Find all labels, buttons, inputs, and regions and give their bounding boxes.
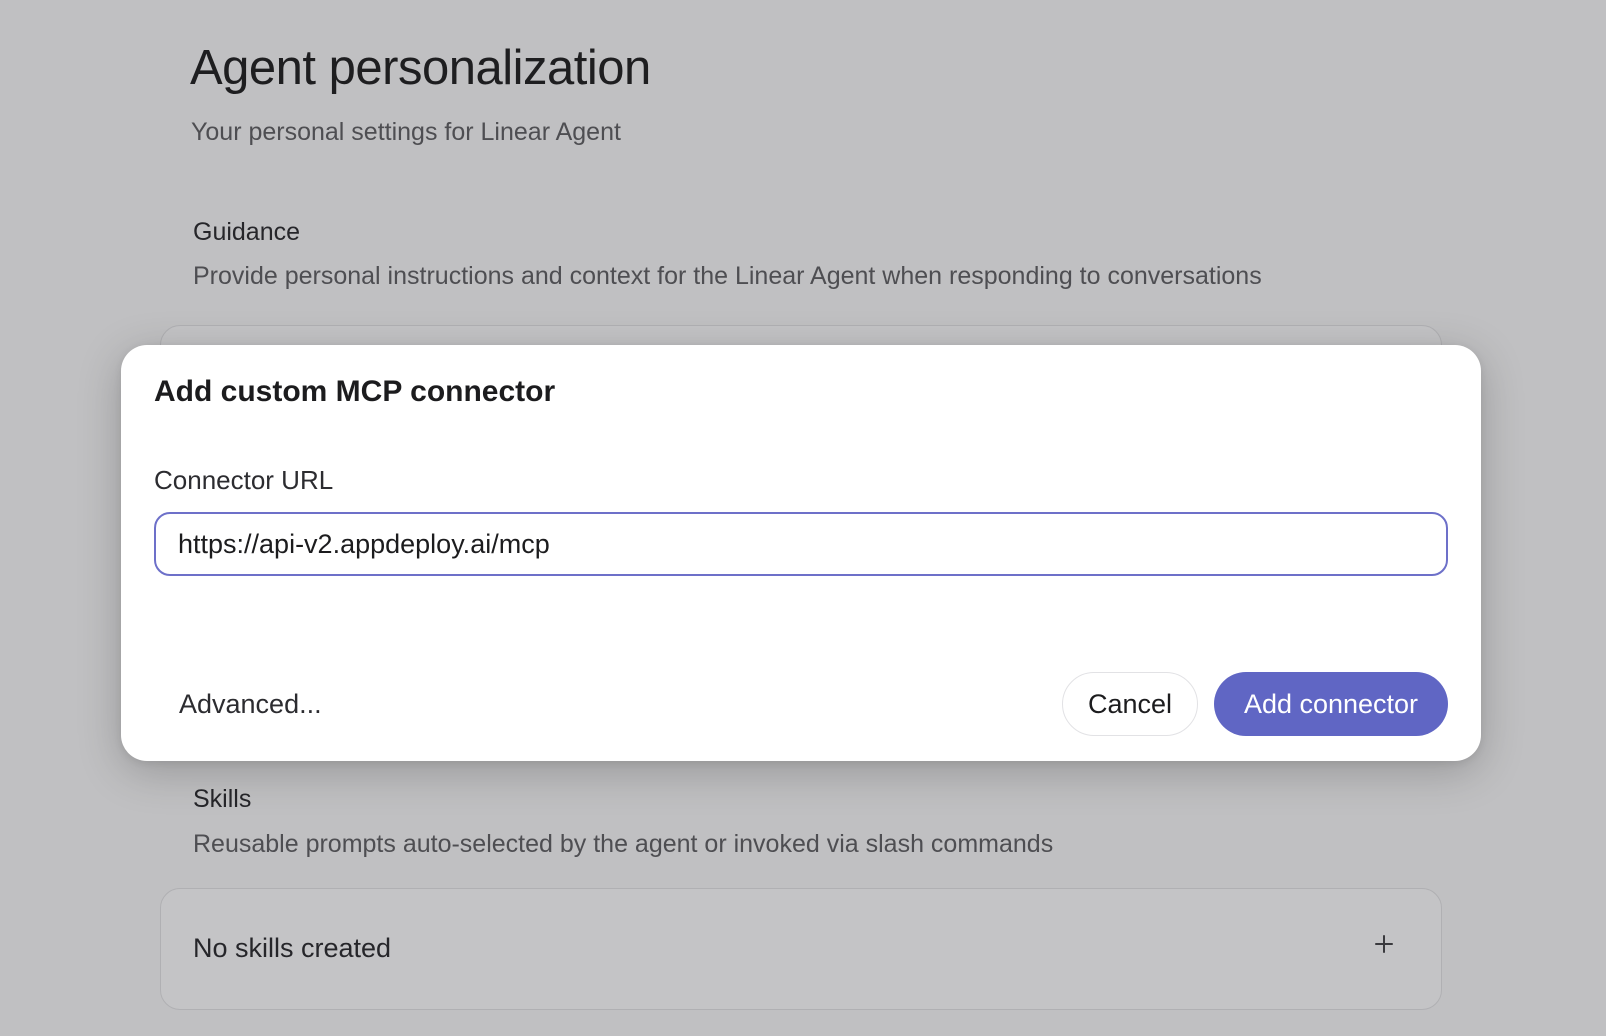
advanced-button[interactable]: Advanced... — [179, 689, 322, 720]
guidance-section-title: Guidance — [193, 218, 301, 246]
guidance-section-description: Provide personal instructions and contex… — [193, 262, 1262, 290]
skills-section-description: Reusable prompts auto-selected by the ag… — [193, 830, 1054, 858]
cancel-button[interactable]: Cancel — [1062, 672, 1198, 736]
skills-card: No skills created — [160, 888, 1442, 1010]
add-mcp-connector-dialog: Add custom MCP connector Connector URL A… — [121, 345, 1481, 761]
connector-url-label: Connector URL — [154, 465, 334, 495]
skills-empty-state: No skills created — [193, 933, 392, 963]
connector-url-input[interactable] — [154, 512, 1448, 576]
skills-section-title: Skills — [193, 785, 252, 813]
page-title: Agent personalization — [190, 41, 651, 95]
page-subtitle: Your personal settings for Linear Agent — [191, 118, 621, 146]
plus-icon[interactable] — [1369, 929, 1399, 959]
dialog-title: Add custom MCP connector — [154, 375, 556, 408]
add-connector-button[interactable]: Add connector — [1214, 672, 1448, 736]
